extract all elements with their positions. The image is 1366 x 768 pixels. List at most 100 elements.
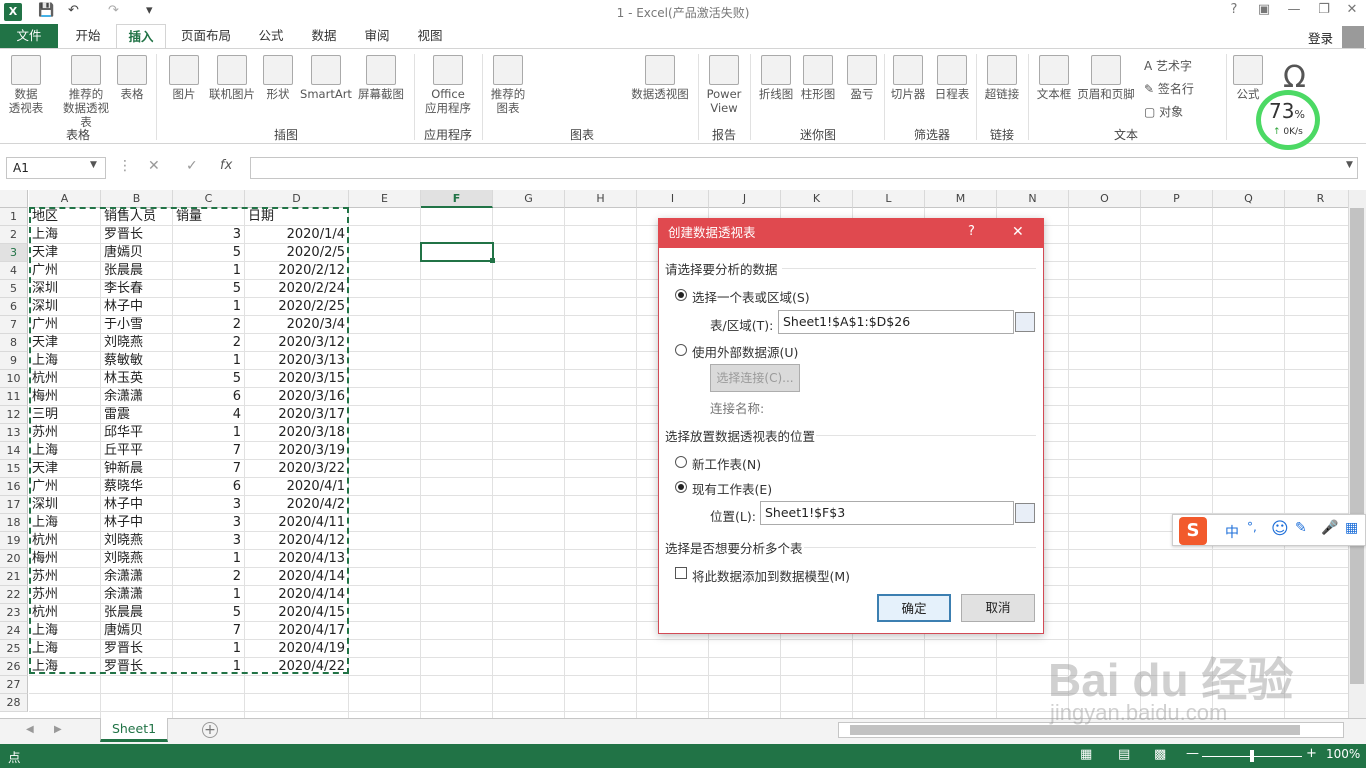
ok-button[interactable]: 确定 <box>877 594 951 622</box>
add-sheet-icon[interactable]: + <box>202 722 218 738</box>
radio-select-range[interactable] <box>675 289 687 301</box>
column-header[interactable]: D <box>245 190 349 208</box>
radio-new-sheet[interactable] <box>675 456 687 468</box>
fill-handle[interactable] <box>490 258 495 263</box>
wordart-button[interactable]: A 艺术字 <box>1144 57 1192 74</box>
row-header[interactable]: 10 <box>0 370 28 388</box>
column-header[interactable]: Q <box>1213 190 1285 208</box>
row-header[interactable]: 12 <box>0 406 28 424</box>
column-header[interactable]: G <box>493 190 565 208</box>
ribbon-button-slicer[interactable]: 切片器 <box>888 55 928 101</box>
row-header[interactable]: 21 <box>0 568 28 586</box>
tab-home[interactable]: 开始 <box>64 24 112 48</box>
row-header[interactable]: 19 <box>0 532 28 550</box>
row-header[interactable]: 24 <box>0 622 28 640</box>
toolbox-icon[interactable]: ▦ <box>1345 520 1358 536</box>
cell-A27[interactable] <box>29 676 101 694</box>
handwriting-icon[interactable]: ✎ <box>1295 520 1307 536</box>
ribbon-button-office-apps[interactable]: Office 应用程序 <box>420 55 476 115</box>
page-break-view-icon[interactable]: ▩ <box>1154 747 1166 762</box>
next-sheet-icon[interactable]: ▶ <box>54 724 62 735</box>
ribbon-button-smartart[interactable]: SmartArt <box>300 55 352 101</box>
microphone-icon[interactable]: 🎤 <box>1321 520 1338 536</box>
zoom-in-icon[interactable]: + <box>1306 746 1317 761</box>
cell-B27[interactable] <box>101 676 173 694</box>
close-window-icon[interactable]: ✕ <box>1339 2 1365 17</box>
help-icon[interactable]: ? <box>1221 2 1247 17</box>
sheet-tab-sheet1[interactable]: Sheet1 <box>100 718 168 742</box>
network-speed-widget[interactable]: 73% ↑ 0K/s <box>1256 90 1320 150</box>
column-header[interactable]: K <box>781 190 853 208</box>
column-header[interactable]: A <box>29 190 101 208</box>
tab-file[interactable]: 文件 <box>0 24 58 48</box>
minimize-icon[interactable]: — <box>1281 2 1307 17</box>
cell-B28[interactable] <box>101 694 173 712</box>
row-header[interactable]: 1 <box>0 208 28 226</box>
ribbon-button-timeline[interactable]: 日程表 <box>932 55 972 101</box>
row-header[interactable]: 16 <box>0 478 28 496</box>
prev-sheet-icon[interactable]: ◀ <box>26 724 34 735</box>
zoom-out-icon[interactable]: — <box>1186 746 1199 761</box>
location-input[interactable]: Sheet1!$F$3 <box>760 501 1014 525</box>
ribbon-button-sparkline-winloss[interactable]: 盈亏 <box>844 55 880 101</box>
column-header[interactable]: J <box>709 190 781 208</box>
ribbon-button-sparkline-column[interactable]: 柱形图 <box>798 55 838 101</box>
radio-existing-sheet[interactable] <box>675 481 687 493</box>
row-header[interactable]: 26 <box>0 658 28 676</box>
ribbon-button-hyperlink[interactable]: 超链接 <box>982 55 1022 101</box>
column-header[interactable]: C <box>173 190 245 208</box>
range-collapse-icon[interactable] <box>1015 312 1035 332</box>
range-input[interactable]: Sheet1!$A$1:$D$26 <box>778 310 1014 334</box>
tab-review[interactable]: 审阅 <box>354 24 400 48</box>
ribbon-button-table[interactable]: 表格 <box>114 55 150 101</box>
row-header[interactable]: 28 <box>0 694 28 712</box>
row-header[interactable]: 11 <box>0 388 28 406</box>
ime-language[interactable]: 中 <box>1225 522 1239 542</box>
ime-toolbar[interactable]: S 中 °, ☺ ✎ 🎤 ▦ <box>1172 514 1366 546</box>
column-header[interactable]: E <box>349 190 421 208</box>
ribbon-button-header-footer[interactable]: 页眉和页脚 <box>1074 55 1138 101</box>
column-header[interactable]: L <box>853 190 925 208</box>
ribbon-button-picture[interactable]: 图片 <box>166 55 202 101</box>
enter-icon[interactable]: ✓ <box>186 158 198 174</box>
normal-view-icon[interactable]: ▦ <box>1080 747 1092 762</box>
insert-function-icon[interactable]: fx <box>220 158 232 173</box>
choose-connection-button[interactable]: 选择连接(C)... <box>710 364 800 392</box>
tab-insert[interactable]: 插入 <box>116 24 166 48</box>
tab-formulas[interactable]: 公式 <box>248 24 294 48</box>
ribbon-button-sparkline-line[interactable]: 折线图 <box>756 55 796 101</box>
ribbon-display-icon[interactable]: ▣ <box>1251 2 1277 17</box>
ribbon-button-power-view[interactable]: Power View <box>704 55 744 115</box>
radio-external-source[interactable] <box>675 344 687 356</box>
row-header[interactable]: 25 <box>0 640 28 658</box>
horizontal-scroll-thumb[interactable] <box>850 725 1300 735</box>
cell-C27[interactable] <box>173 676 245 694</box>
emoji-icon[interactable]: ☺ <box>1271 519 1289 539</box>
cell-D28[interactable] <box>245 694 349 712</box>
ribbon-button-textbox[interactable]: 文本框 <box>1034 55 1074 101</box>
column-header[interactable]: N <box>997 190 1069 208</box>
tab-view[interactable]: 视图 <box>406 24 454 48</box>
row-header[interactable]: 8 <box>0 334 28 352</box>
cancel-icon[interactable]: ✕ <box>148 158 160 174</box>
ime-punctuation[interactable]: °, <box>1247 520 1257 534</box>
column-header[interactable]: O <box>1069 190 1141 208</box>
tab-data[interactable]: 数据 <box>300 24 348 48</box>
row-header[interactable]: 4 <box>0 262 28 280</box>
row-header[interactable]: 3 <box>0 244 28 262</box>
column-header[interactable]: I <box>637 190 709 208</box>
row-header[interactable]: 20 <box>0 550 28 568</box>
row-header[interactable]: 15 <box>0 460 28 478</box>
add-to-data-model-checkbox[interactable] <box>675 567 687 579</box>
object-button[interactable]: ▢ 对象 <box>1144 103 1183 120</box>
ribbon-button-recommended-chart[interactable]: 推荐的 图表 <box>488 55 528 115</box>
tab-page-layout[interactable]: 页面布局 <box>172 24 240 48</box>
dialog-help-icon[interactable]: ? <box>968 224 975 239</box>
location-collapse-icon[interactable] <box>1015 503 1035 523</box>
ribbon-button-pivot-chart[interactable]: 数据透视图 <box>628 55 692 101</box>
signature-line-button[interactable]: ✎ 签名行 <box>1144 80 1194 97</box>
active-cell-f3[interactable] <box>420 242 494 262</box>
sogou-logo-icon[interactable]: S <box>1179 517 1207 545</box>
select-all-corner[interactable] <box>0 190 28 208</box>
column-header[interactable]: R <box>1285 190 1357 208</box>
